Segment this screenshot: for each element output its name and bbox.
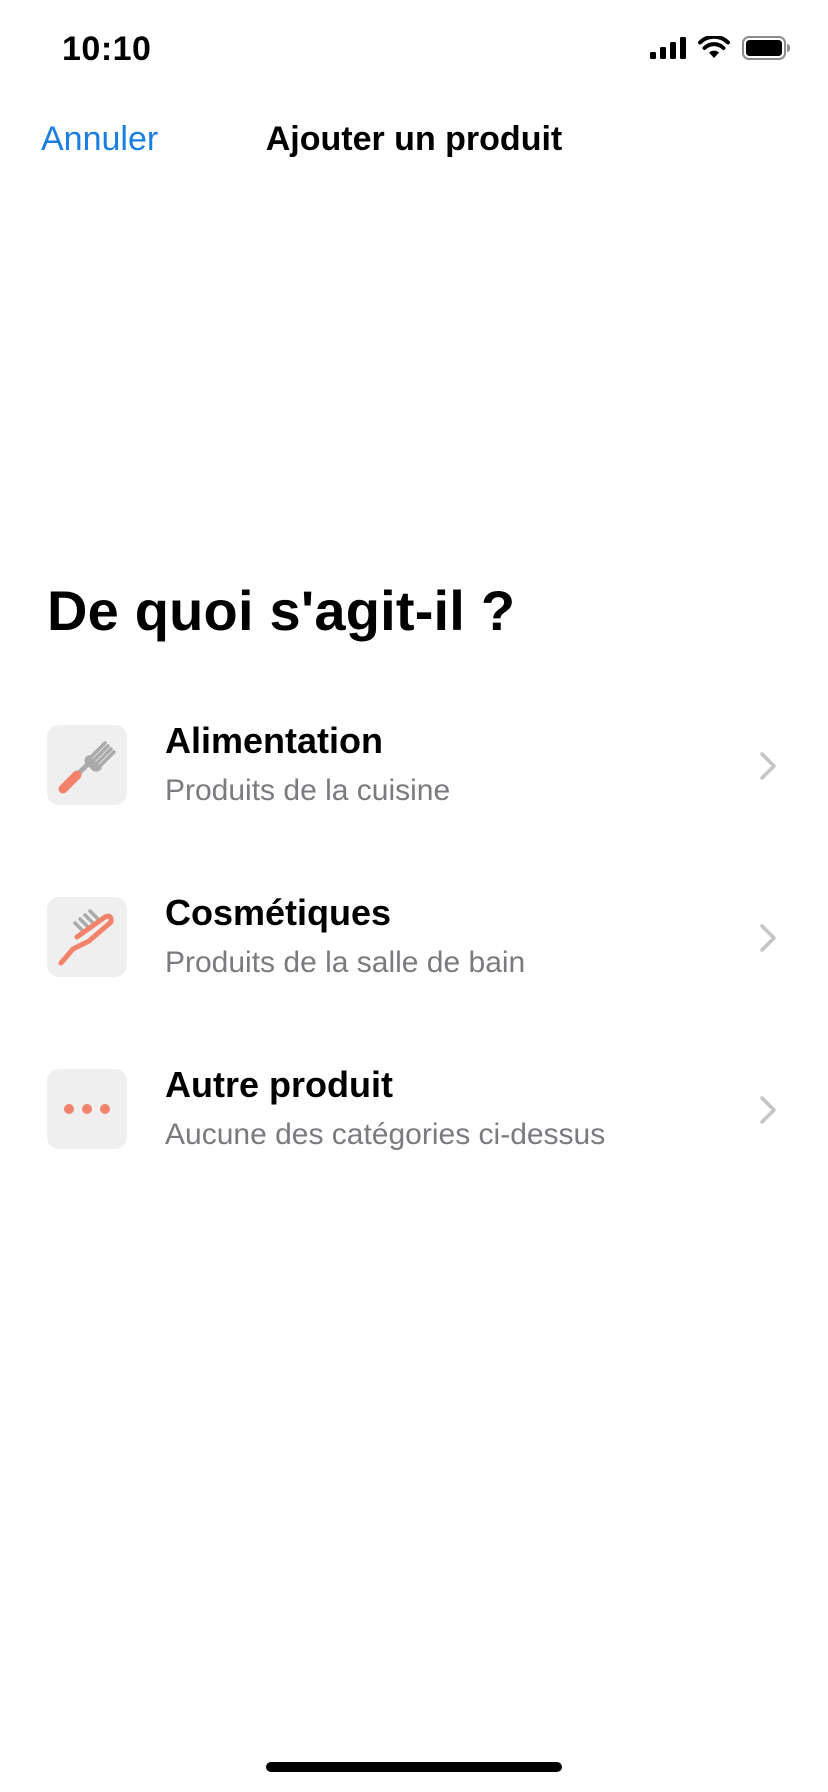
cellular-signal-icon xyxy=(650,37,686,59)
category-title: Alimentation xyxy=(165,720,384,761)
category-list: Alimentation Produits de la cuisine Cosm… xyxy=(0,720,828,1236)
category-row-cosmetiques[interactable]: Cosmétiques Produits de la salle de bain xyxy=(0,892,828,1064)
category-title: Autre produit xyxy=(165,1064,393,1105)
category-subtitle: Produits de la salle de bain xyxy=(165,946,526,979)
category-icon-box xyxy=(47,1069,127,1149)
wifi-icon xyxy=(698,36,730,58)
chevron-right-icon xyxy=(760,1096,776,1124)
fork-icon xyxy=(58,741,116,794)
screen: 10:10 Ajouter un produit Annuler De quoi… xyxy=(0,0,828,1792)
category-row-alimentation[interactable]: Alimentation Produits de la cuisine xyxy=(0,720,828,892)
toothbrush-icon xyxy=(58,909,114,966)
category-subtitle: Produits de la cuisine xyxy=(165,774,451,807)
category-title: Cosmétiques xyxy=(165,892,392,933)
chevron-right-icon xyxy=(760,924,776,952)
battery-icon xyxy=(742,36,790,60)
category-subtitle: Aucune des catégories ci-dessus xyxy=(165,1118,606,1151)
status-bar: 10:10 xyxy=(0,0,828,100)
status-time: 10:10 xyxy=(62,30,152,68)
home-indicator[interactable] xyxy=(266,1762,562,1772)
category-icon-box xyxy=(47,725,127,805)
chevron-right-icon xyxy=(760,752,776,780)
category-row-autre[interactable]: Autre produit Aucune des catégories ci-d… xyxy=(0,1064,828,1236)
category-icon-box xyxy=(47,897,127,977)
more-dots-icon xyxy=(64,1104,110,1114)
status-icons xyxy=(650,36,790,60)
cancel-button[interactable]: Annuler xyxy=(41,120,158,159)
question-heading: De quoi s'agit-il ? xyxy=(47,579,516,642)
nav-bar: Ajouter un produit Annuler xyxy=(0,110,828,170)
